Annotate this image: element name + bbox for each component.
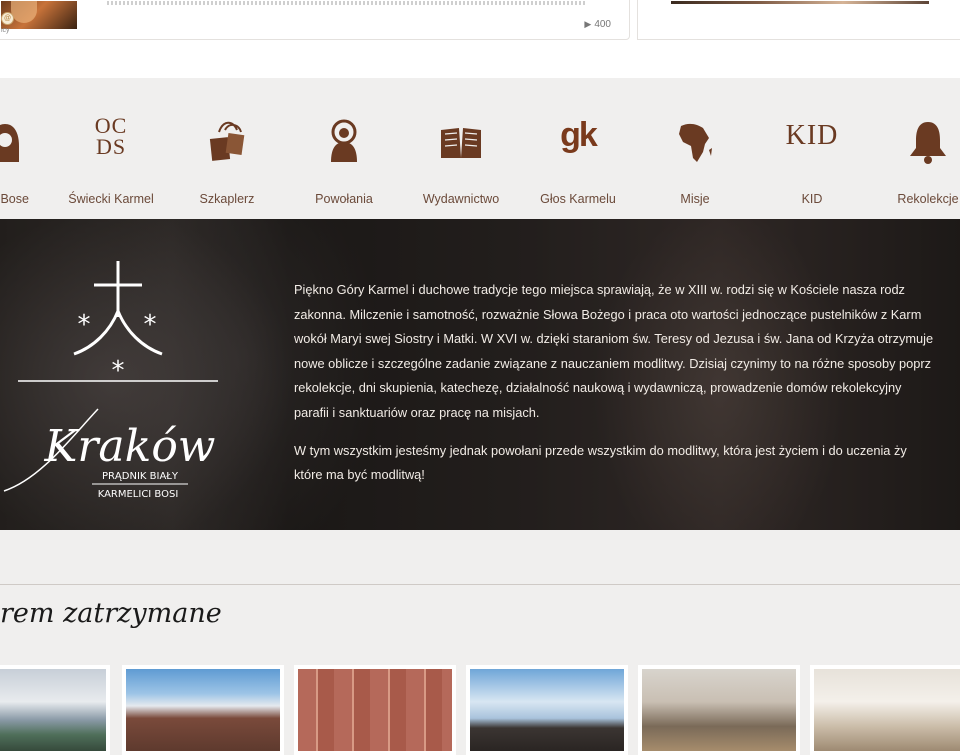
ocds-logo-line2: DS: [95, 134, 127, 159]
gallery-photo[interactable]: [122, 665, 284, 755]
nav-item-swiecki-karmel[interactable]: OC DS Świecki Karmel: [56, 112, 166, 212]
gallery-photo[interactable]: [0, 665, 110, 755]
text-line: zakonna. Milczenie i samotność, rozważni…: [294, 306, 922, 322]
nav-item-szkaplerz[interactable]: Szkaplerz: [172, 112, 282, 212]
text-line: które ma być modlitwą!: [294, 467, 425, 483]
gallery-photo[interactable]: [466, 665, 628, 755]
nav-item-label: Szkaplerz: [199, 192, 255, 206]
open-book-icon: [441, 128, 481, 158]
gk-logo-icon: gk: [560, 116, 598, 154]
svg-text:*: *: [78, 310, 91, 340]
text-line: nowe oblicze i szczególne zadanie związa…: [294, 355, 932, 371]
play-count: ▶ 400: [584, 19, 611, 30]
nav-item-label: KID: [801, 192, 823, 206]
nav-item-label: Powołania: [315, 192, 373, 206]
nav-item-label: Głos Karmelu: [540, 192, 616, 206]
nav-item-wydawnictwo[interactable]: Wydawnictwo: [406, 112, 516, 212]
audio-player-card[interactable]: @ icy ▶ 400: [0, 0, 630, 40]
side-card-image[interactable]: [671, 1, 929, 4]
scapular-icon: [209, 121, 245, 161]
text-line: rekolekcje, dni skupienia, katechezę, dz…: [294, 380, 902, 396]
nav-item-label: Misje: [680, 192, 710, 206]
krakow-crest-logo: * * * Kraków PRĄDNIK BIAŁY KARMELICI BOS…: [3, 261, 218, 500]
play-count-value: 400: [594, 19, 611, 30]
africa-map-icon: [679, 123, 712, 162]
gallery-photo[interactable]: [638, 665, 800, 755]
ocds-logo-line1: OC: [94, 113, 128, 138]
section-title: rem zatrzymane: [0, 598, 222, 629]
nav-item-rekolekcje[interactable]: Rekolekcje: [873, 112, 960, 212]
crest-line1: PRĄDNIK BIAŁY: [102, 471, 179, 482]
nav-item-kid[interactable]: KID KID: [757, 112, 867, 212]
banner-paragraph-1: Piękno Góry Karmel i duchowe tradycje te…: [294, 278, 960, 426]
play-icon: ▶: [584, 19, 592, 29]
bell-icon: [910, 122, 946, 164]
gallery-photo[interactable]: [810, 665, 960, 755]
crest-line2: KARMELICI BOSI: [98, 489, 179, 500]
section-divider: [0, 584, 960, 585]
nav-item-label: Rekolekcje: [897, 192, 959, 206]
audio-waveform[interactable]: [107, 1, 587, 5]
nav-item-label: nki Bose: [0, 192, 29, 206]
text-line: Piękno Góry Karmel i duchowe tradycje te…: [294, 282, 905, 297]
nav-item-glos-karmelu[interactable]: gk Głos Karmelu: [523, 112, 633, 212]
svg-text:*: *: [144, 310, 157, 340]
kid-logo-icon: KID: [785, 120, 839, 151]
banner-description: Piękno Góry Karmel i duchowe tradycje te…: [294, 278, 960, 501]
carmelite-nun-icon: [0, 124, 19, 162]
audio-author-label: icy: [1, 27, 10, 34]
praying-person-icon: [331, 119, 357, 162]
banner-paragraph-2: W tym wszystkim jesteśmy jednak powołani…: [294, 439, 960, 488]
icon-navigation: nki Bose OC DS Świecki Karmel Szkaplerz …: [0, 92, 960, 218]
nav-item-label: Świecki Karmel: [68, 192, 154, 206]
side-card[interactable]: [637, 0, 960, 40]
nav-item-powolania[interactable]: Powołania: [289, 112, 399, 212]
nav-item-mniszki-bose[interactable]: nki Bose: [0, 112, 60, 212]
crest-city: Kraków: [44, 421, 216, 472]
hero-banner: * * * Kraków PRĄDNIK BIAŁY KARMELICI BOS…: [0, 219, 960, 530]
ocds-logo-icon: OC DS: [56, 113, 166, 159]
text-line: W tym wszystkim jesteśmy jednak powołani…: [294, 442, 907, 458]
audio-badge-icon: @: [1, 12, 14, 25]
gallery-photo[interactable]: [294, 665, 456, 755]
nav-item-label: Wydawnictwo: [422, 192, 500, 206]
top-strip: @ icy ▶ 400: [0, 0, 960, 78]
text-line: wokół Maryi swej Siostry i Matki. W XVI …: [294, 331, 934, 347]
text-line: parafii i sanktuariów oraz pracę na misj…: [294, 404, 540, 420]
nav-item-misje[interactable]: Misje: [640, 112, 750, 212]
